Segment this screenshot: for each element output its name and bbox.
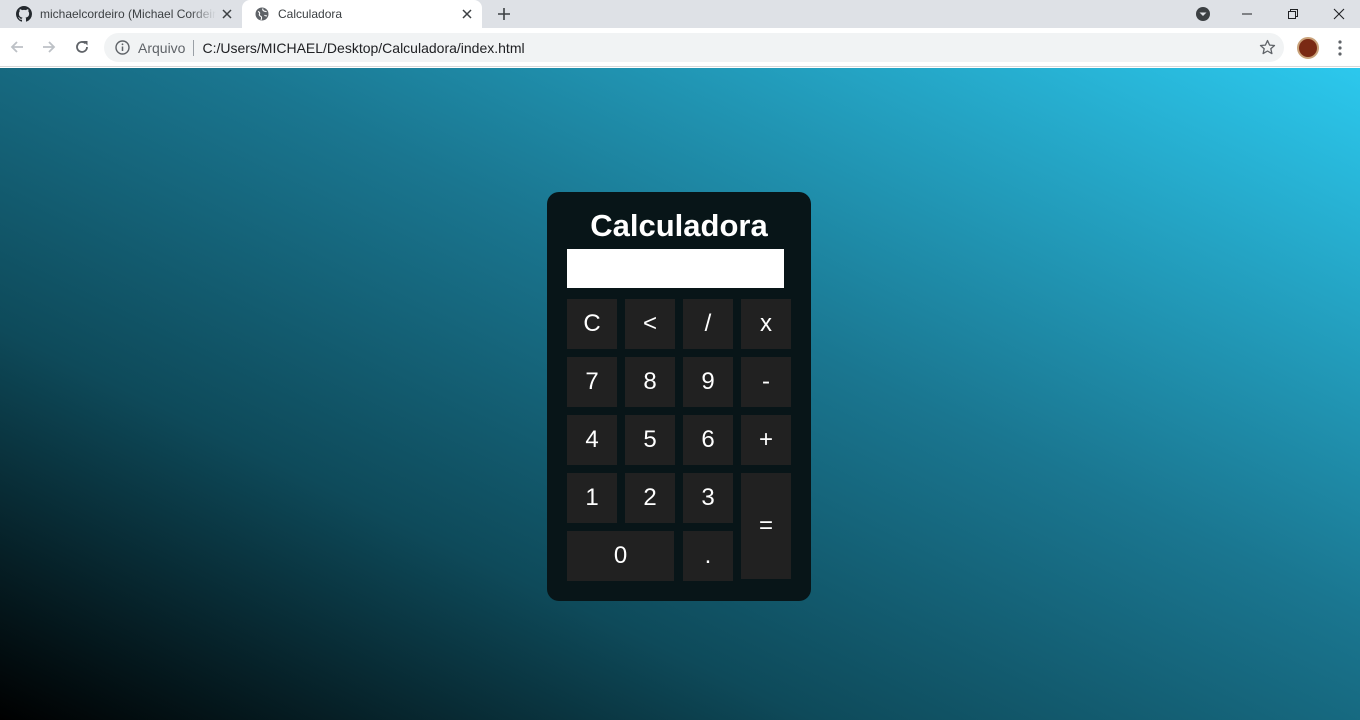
calculator-display[interactable] — [567, 249, 784, 288]
key-8[interactable]: 8 — [625, 357, 675, 407]
calculator-panel: Calculadora C < / x 7 8 9 - 4 5 6 + 1 2 … — [547, 192, 811, 601]
key-clear[interactable]: C — [567, 299, 617, 349]
tab-github[interactable]: michaelcordeiro (Michael Cordeiro) — [8, 0, 242, 28]
key-0[interactable]: 0 — [567, 531, 674, 581]
key-minus[interactable]: - — [741, 357, 791, 407]
close-tab-icon[interactable] — [460, 7, 474, 21]
url-text[interactable]: C:/Users/MICHAEL/Desktop/Calculadora/ind… — [202, 40, 524, 56]
browser-toolbar: Arquivo C:/Users/MICHAEL/Desktop/Calcula… — [0, 28, 1360, 67]
minimize-button[interactable] — [1224, 0, 1270, 28]
info-icon[interactable] — [114, 40, 130, 56]
profile-avatar[interactable] — [1297, 37, 1319, 59]
key-multiply[interactable]: x — [741, 299, 791, 349]
new-tab-button[interactable] — [494, 4, 514, 24]
back-arrow-icon[interactable] — [7, 37, 27, 57]
close-window-button[interactable] — [1316, 0, 1360, 28]
tab-strip: michaelcordeiro (Michael Cordeiro) Calcu… — [0, 0, 1360, 28]
tab-search-button[interactable] — [1194, 5, 1212, 23]
key-plus[interactable]: + — [741, 415, 791, 465]
calculator-title: Calculadora — [590, 208, 768, 243]
key-divide[interactable]: / — [683, 299, 733, 349]
page-viewport: Calculadora C < / x 7 8 9 - 4 5 6 + 1 2 … — [0, 68, 1360, 720]
restore-button[interactable] — [1270, 0, 1316, 28]
github-icon — [16, 6, 32, 22]
address-separator — [193, 39, 195, 56]
tab-calculadora[interactable]: Calculadora — [242, 0, 482, 28]
scheme-label: Arquivo — [138, 39, 186, 56]
bookmark-star-icon[interactable] — [1259, 39, 1276, 56]
forward-arrow-icon[interactable] — [39, 37, 59, 57]
key-backspace[interactable]: < — [625, 299, 675, 349]
key-equals[interactable]: = — [741, 473, 791, 579]
key-1[interactable]: 1 — [567, 473, 617, 523]
key-2[interactable]: 2 — [625, 473, 675, 523]
key-9[interactable]: 9 — [683, 357, 733, 407]
tab-title: Calculadora — [278, 7, 343, 21]
close-tab-icon[interactable] — [220, 7, 234, 21]
kebab-menu-icon[interactable] — [1332, 38, 1348, 58]
key-4[interactable]: 4 — [567, 415, 617, 465]
key-decimal[interactable]: . — [683, 531, 733, 581]
globe-icon — [254, 6, 270, 22]
key-7[interactable]: 7 — [567, 357, 617, 407]
key-6[interactable]: 6 — [683, 415, 733, 465]
tab-title: michaelcordeiro (Michael Cordeiro) — [40, 7, 216, 21]
key-5[interactable]: 5 — [625, 415, 675, 465]
address-bar[interactable]: Arquivo C:/Users/MICHAEL/Desktop/Calcula… — [104, 33, 1284, 62]
key-3[interactable]: 3 — [683, 473, 733, 523]
reload-icon[interactable] — [72, 37, 92, 57]
